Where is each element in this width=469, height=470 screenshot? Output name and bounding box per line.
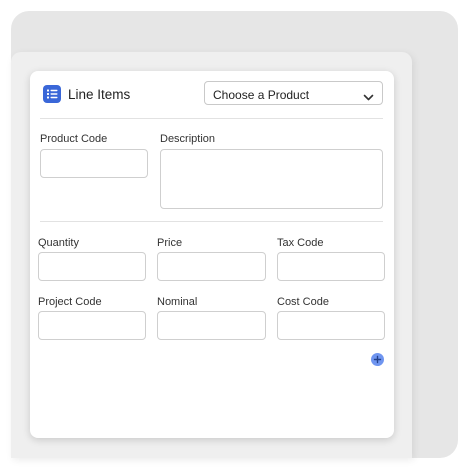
cost-code-label: Cost Code xyxy=(277,296,329,308)
description-label: Description xyxy=(160,133,216,145)
tax-code-label: Tax Code xyxy=(277,237,324,249)
price-label: Price xyxy=(157,237,183,249)
product-code-label: Product Code xyxy=(40,133,108,145)
product-code-input[interactable] xyxy=(40,149,148,178)
product-select-value: Choose a Product xyxy=(213,88,310,102)
add-line-item-button[interactable] xyxy=(371,353,384,366)
nominal-label: Nominal xyxy=(157,296,198,308)
quantity-input[interactable] xyxy=(38,252,146,281)
project-code-input[interactable] xyxy=(38,311,146,340)
nominal-input[interactable] xyxy=(157,311,266,340)
description-textarea[interactable] xyxy=(160,149,383,209)
tax-code-input[interactable] xyxy=(277,252,385,281)
list-icon xyxy=(43,85,61,103)
header-divider xyxy=(40,118,383,119)
section-title: Line Items xyxy=(68,87,131,102)
line-items-card: Line Items Choose a Product Product Code… xyxy=(30,71,394,438)
quantity-label: Quantity xyxy=(38,237,79,249)
project-code-label: Project Code xyxy=(38,296,102,308)
section-divider xyxy=(40,221,383,222)
chevron-down-icon xyxy=(363,89,374,107)
plus-icon xyxy=(373,355,382,364)
price-input[interactable] xyxy=(157,252,266,281)
product-select[interactable]: Choose a Product xyxy=(204,81,383,105)
cost-code-input[interactable] xyxy=(277,311,385,340)
